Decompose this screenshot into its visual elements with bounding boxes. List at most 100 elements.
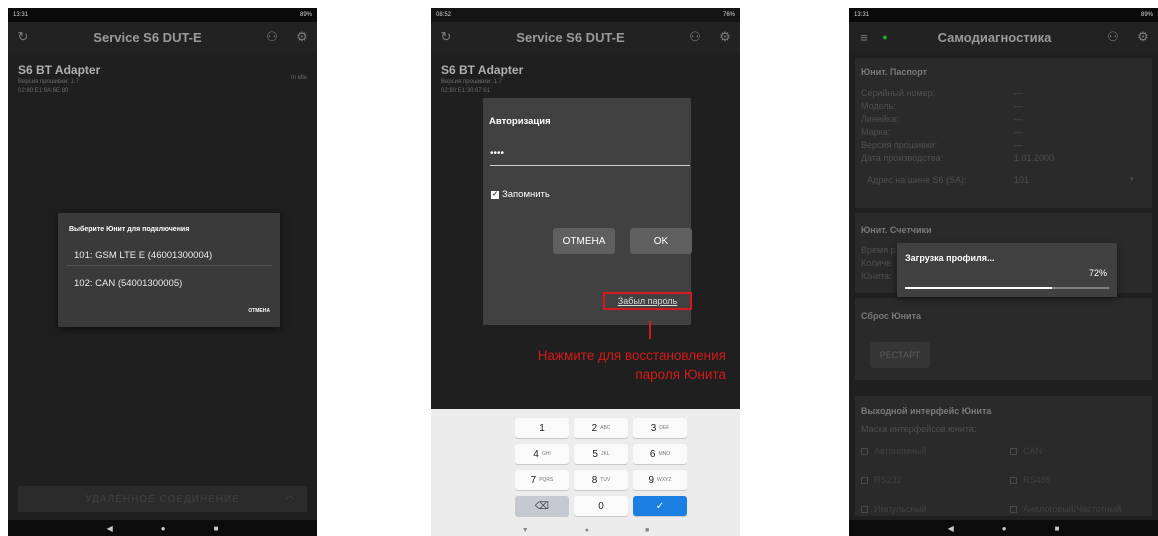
key-2[interactable]: 2 ABC: [574, 418, 628, 438]
user-icon[interactable]: ⚇: [680, 29, 710, 45]
recents-icon[interactable]: ■: [214, 524, 219, 533]
checkbox-rs485[interactable]: RS485: [1010, 475, 1051, 485]
user-icon[interactable]: ⚇: [257, 29, 287, 45]
status-time: 13:31: [13, 12, 29, 18]
remote-connection-button[interactable]: УДАЛЁННОЕ СОЕДИНЕНИЕ ◠: [18, 486, 307, 512]
home-icon[interactable]: ●: [161, 524, 166, 533]
back-icon[interactable]: ◀: [948, 524, 954, 533]
back-icon[interactable]: ◀: [107, 524, 113, 533]
key-6[interactable]: 6 MNO: [633, 444, 687, 464]
passport-label: Линейка:: [861, 114, 899, 124]
backspace-key[interactable]: ⌫: [515, 496, 569, 516]
chevron-down-icon[interactable]: ▾: [1130, 175, 1134, 183]
passport-label: Версия прошивки:: [861, 140, 938, 150]
cancel-button[interactable]: ОТМЕНА: [553, 228, 615, 254]
app-title: Самодиагностика: [937, 29, 1052, 45]
checkbox-label: Автономный: [874, 446, 927, 456]
app-title: Service S6 DUT-E: [93, 29, 202, 45]
checkbox-icon: [861, 476, 868, 484]
key-5[interactable]: 5 JKL: [574, 444, 628, 464]
key-0[interactable]: 0: [574, 496, 628, 516]
remote-connection-label: УДАЛЁННОЕ СОЕДИНЕНИЕ: [85, 493, 240, 505]
passport-label: Дата производства:: [861, 153, 944, 163]
home-icon[interactable]: ●: [1002, 524, 1007, 533]
recents-icon[interactable]: ■: [1055, 524, 1060, 533]
restart-button[interactable]: РЕСТАРТ: [870, 342, 930, 368]
output-interface-card: Выходной интерфейс Юнита Маска интерфейс…: [855, 396, 1152, 516]
key-label: 9: [648, 474, 655, 486]
menu-icon[interactable]: ≡: [849, 30, 879, 45]
password-field[interactable]: ••••: [490, 148, 690, 166]
key-3[interactable]: 3 DEF: [633, 418, 687, 438]
key-label: 6: [649, 448, 656, 460]
divider: [66, 265, 272, 266]
key-7[interactable]: 7 PQRS: [515, 470, 569, 490]
address-select[interactable]: 101: [1014, 175, 1029, 185]
callout-line: [649, 321, 651, 339]
connection-status-icon: ●: [882, 32, 888, 42]
check-icon: ✓: [655, 500, 665, 512]
progress-track: [905, 287, 1109, 289]
key-letters: WXYZ: [657, 477, 672, 483]
mask-label: Маска интерфейсов юнита:: [861, 424, 977, 434]
status-bar: 08:52 76%: [431, 8, 740, 22]
checkbox-icon: ✓: [491, 190, 499, 199]
passport-value: —: [1014, 114, 1023, 124]
address-label: Адрес на шине S6 (SA):: [867, 175, 967, 185]
key-4[interactable]: 4 GHI: [515, 444, 569, 464]
passport-label: Марка:: [861, 127, 891, 137]
checkbox-pulse[interactable]: Импульсный: [861, 504, 927, 514]
refresh-icon[interactable]: ↻: [431, 29, 461, 45]
remember-label: Запомнить: [502, 189, 550, 200]
key-letters: GHI: [541, 451, 551, 457]
recents-icon[interactable]: ■: [645, 527, 649, 534]
callout-text: Нажмите для восстановления пароля Юнита: [538, 346, 726, 384]
app-title: Service S6 DUT-E: [516, 29, 625, 45]
key-letters: PQRS: [539, 477, 554, 483]
gear-icon[interactable]: ⚙: [287, 29, 317, 45]
passport-card: Юнит. Паспорт Серийный номер: — Модель: …: [855, 58, 1152, 208]
gear-icon[interactable]: ⚙: [710, 29, 740, 45]
unit-option[interactable]: 102: CAN (54001300005): [74, 278, 182, 289]
status-time: 08:52: [436, 12, 452, 18]
passport-label: Серийный номер:: [861, 88, 936, 98]
app-bar: ↻ Service S6 DUT-E ⚇ ⚙: [8, 22, 317, 52]
device-name: S6 BT Adapter: [18, 63, 101, 77]
key-letters: JKL: [600, 451, 610, 457]
remember-checkbox[interactable]: ✓ Запомнить: [491, 189, 550, 200]
refresh-icon[interactable]: ↻: [8, 29, 38, 45]
checkbox-autonomous[interactable]: Автономный: [861, 446, 926, 456]
key-9[interactable]: 9 WXYZ: [633, 470, 687, 490]
checkbox-analog[interactable]: Аналоговый/Частотный: [1010, 504, 1121, 514]
app-bar: ≡ ● Самодиагностика ⚇ ⚙: [849, 22, 1158, 52]
card-title: Юнит. Паспорт: [861, 67, 928, 77]
checkbox-can[interactable]: CAN: [1010, 446, 1042, 456]
checkbox-rs232[interactable]: RS232: [861, 475, 902, 485]
forgot-password-link[interactable]: Забыл пароль: [603, 292, 692, 310]
checkbox-label: Аналоговый/Частотный: [1023, 504, 1122, 514]
status-battery: 89%: [299, 12, 312, 18]
device-mac: 02:80:E1:30:67:61: [441, 88, 491, 94]
key-label: 4: [533, 448, 539, 460]
key-8[interactable]: 8 TUV: [574, 470, 628, 490]
unit-option[interactable]: 101: GSM LTE E (46001300004): [74, 250, 212, 261]
checkbox-icon: [1010, 447, 1017, 455]
counter-label: Количе: [861, 258, 892, 268]
key-1[interactable]: 1: [515, 418, 569, 438]
cancel-button[interactable]: ОТМЕНА: [248, 308, 270, 314]
enter-key[interactable]: ✓: [633, 496, 687, 516]
home-icon[interactable]: ●: [585, 527, 589, 534]
progress-fill: [905, 287, 1052, 289]
checkbox-icon: [861, 505, 868, 513]
device-status: In idle: [290, 75, 307, 81]
key-letters: TUV: [600, 477, 611, 483]
user-icon[interactable]: ⚇: [1098, 29, 1128, 45]
nav-bar: ◀ ● ■: [849, 520, 1158, 536]
passport-value: —: [1014, 88, 1023, 98]
hide-keyboard-icon[interactable]: ▼: [522, 527, 529, 534]
gear-icon[interactable]: ⚙: [1128, 29, 1158, 45]
passport-label: Модель:: [861, 101, 896, 111]
ok-button[interactable]: OK: [630, 228, 692, 254]
wifi-icon: ◠: [286, 493, 295, 504]
dialog-title: Авторизация: [489, 116, 551, 127]
